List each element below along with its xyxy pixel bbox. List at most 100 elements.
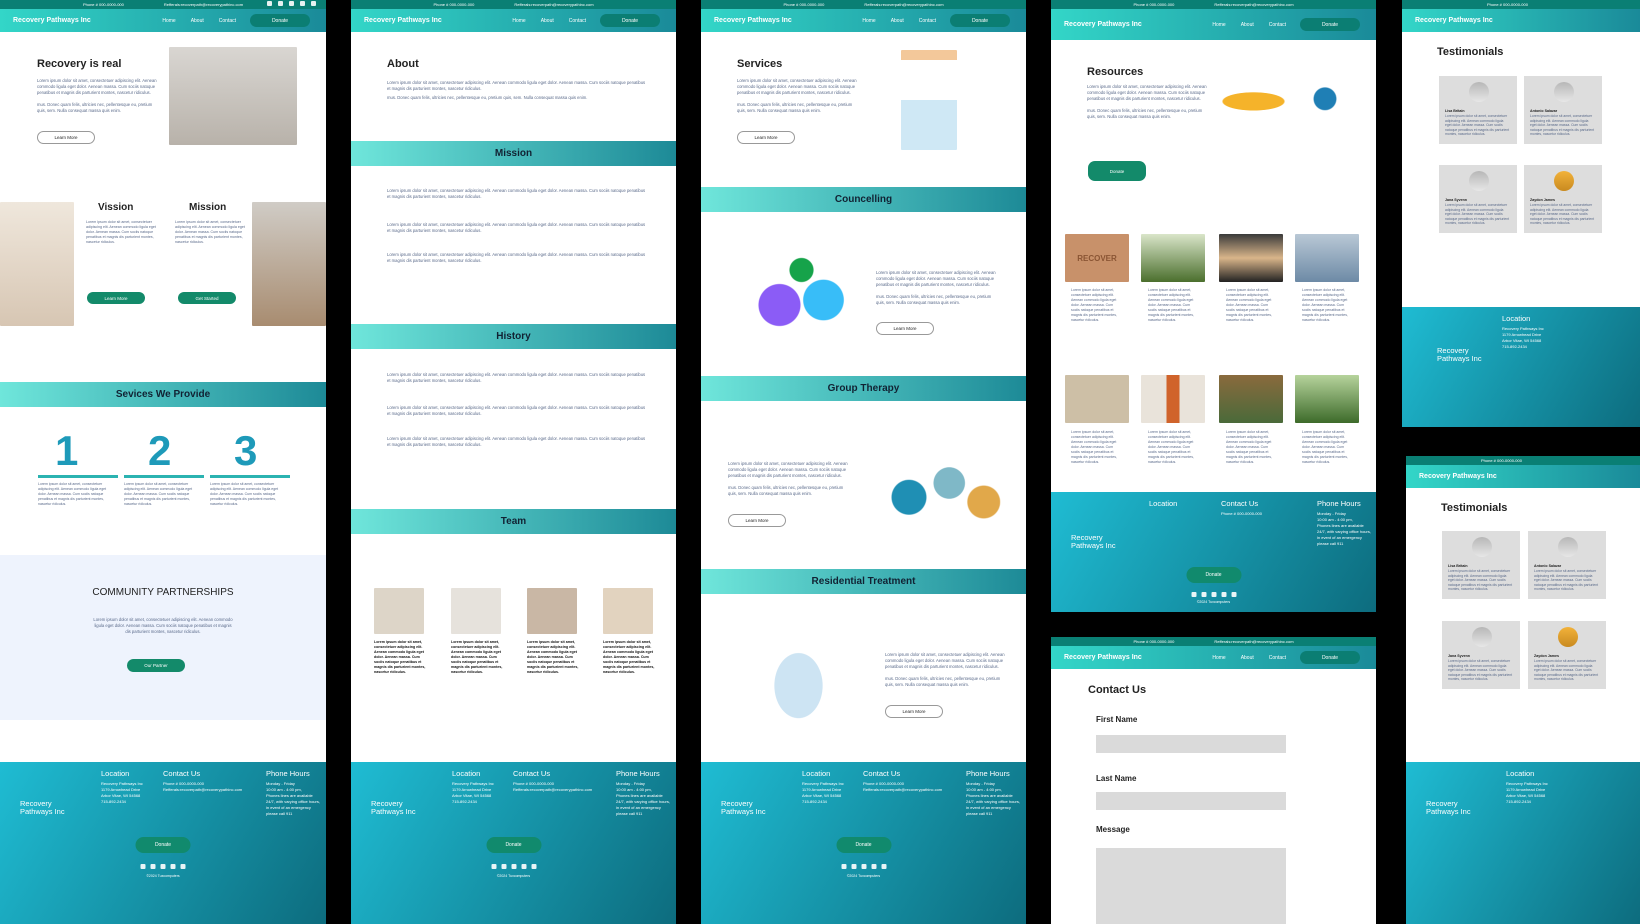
our-partner-button[interactable]: Our Partner [127, 659, 185, 672]
brand-link[interactable]: Recovery Pathways Inc [1415, 17, 1493, 24]
councelling-band: Councelling [701, 187, 1026, 212]
group-therapy-illustration [886, 445, 1001, 540]
brand-link[interactable]: Recovery Pathways Inc [714, 17, 792, 24]
service-underline-3 [210, 475, 290, 478]
footer-hours-heading: Phone Hours [966, 769, 1010, 778]
brand-link[interactable]: Recovery Pathways Inc [13, 17, 91, 24]
linkedin-icon[interactable] [1201, 592, 1206, 597]
youtube-icon[interactable] [521, 864, 526, 869]
top-info-bar: Phone # 000-0000-000 Refferals:recoverpat… [701, 0, 1026, 9]
instagram-icon[interactable] [1231, 592, 1236, 597]
facebook-icon[interactable] [140, 864, 146, 869]
nav-about[interactable]: About [1241, 655, 1254, 661]
residential-learn-button[interactable]: Learn More [885, 705, 943, 718]
phone-text: Phone # 000-0000-000 [1481, 458, 1522, 463]
instagram-icon[interactable] [531, 864, 536, 869]
last-name-input[interactable] [1096, 792, 1286, 810]
brand-link[interactable]: Recovery Pathways Inc [1419, 473, 1497, 480]
nav-about[interactable]: About [891, 18, 904, 24]
nav-home[interactable]: Home [1212, 22, 1225, 28]
twitter-icon[interactable] [160, 864, 166, 869]
vission-learn-button[interactable]: Learn More [87, 292, 145, 304]
nav-contact[interactable]: Contact [219, 18, 236, 24]
linkedin-icon[interactable] [150, 864, 156, 869]
youtube-icon[interactable] [871, 864, 876, 869]
navbar: Recovery Pathways Inc Home About Contact Don… [1051, 646, 1376, 669]
testimonial-card: Antonio Salazar Lorem ipsum dolor sit ame… [1528, 531, 1606, 599]
footer-email-link[interactable]: Refferals:recoverpath@recoverypathinc.co… [513, 787, 592, 792]
footer-address-1: Recovery Pathways Inc [802, 781, 844, 786]
facebook-icon[interactable] [491, 864, 496, 869]
footer-email-link[interactable]: Refferals:recoverpath@recoverypathinc.co… [163, 787, 242, 792]
testimonial-card: Lisa Britain Lorem ipsum dolor sit amet, … [1442, 531, 1520, 599]
first-name-input[interactable] [1096, 735, 1286, 753]
group-therapy-learn-button[interactable]: Learn More [728, 514, 786, 527]
youtube-icon[interactable] [170, 864, 176, 869]
nav-about[interactable]: About [1241, 22, 1254, 28]
footer-donate-button[interactable]: Donate [486, 837, 541, 853]
learn-more-button[interactable]: Learn More [37, 131, 95, 144]
family-photo [169, 47, 297, 145]
resource-text-3: Lorem ipsum dolor sit amet, consectetuer… [1226, 288, 1272, 322]
footer-phone: 715-892-2434 [452, 799, 477, 804]
residential-illustration [761, 635, 836, 727]
instagram-icon[interactable] [311, 1, 316, 6]
nav-contact[interactable]: Contact [569, 18, 586, 24]
footer-hours-note: Phones lines are available 24/7, with va… [1317, 523, 1371, 546]
phone-text: Phone # 000-0000-000 [1487, 2, 1528, 7]
email-text: Refferals:recoverpath@recoverypathinc.co… [1214, 2, 1294, 7]
nav-about[interactable]: About [541, 18, 554, 24]
twitter-icon[interactable] [861, 864, 866, 869]
councelling-learn-button[interactable]: Learn More [876, 322, 934, 335]
resources-title: Resources [1087, 66, 1144, 78]
twitter-icon[interactable] [289, 1, 294, 6]
donate-button[interactable]: Donate [1300, 651, 1360, 664]
brand-link[interactable]: Recovery Pathways Inc [1064, 654, 1142, 661]
footer-address-2: 1179 Arrowhead Drive [452, 787, 492, 792]
footer-donate-button[interactable]: Donate [836, 837, 891, 853]
testimonial-text: Lorem ipsum dolor sit amet, consectetuer… [1534, 659, 1599, 681]
nav-home[interactable]: Home [1212, 655, 1225, 661]
facebook-icon[interactable] [1191, 592, 1196, 597]
copyright: ©2024 Tuxcomputers [1196, 600, 1231, 604]
facebook-icon[interactable] [841, 864, 846, 869]
donate-button[interactable]: Donate [1300, 18, 1360, 31]
resource-photo-5 [1065, 375, 1129, 423]
linkedin-icon[interactable] [851, 864, 856, 869]
resource-photo-2 [1141, 234, 1205, 282]
youtube-icon[interactable] [1221, 592, 1226, 597]
footer-address-2: 1179 Arrowhead Drive [802, 787, 842, 792]
hero-text-2: mus. Donec quam felis, ultricies nec, pe… [37, 102, 153, 113]
nav-home[interactable]: Home [862, 18, 875, 24]
message-input[interactable] [1096, 848, 1286, 924]
donate-button[interactable]: Donate [600, 14, 660, 27]
instagram-icon[interactable] [180, 864, 186, 869]
brand-link[interactable]: Recovery Pathways Inc [1064, 21, 1142, 28]
top-info-bar: Phone # 000-0000-000 Refferals:recoverpat… [1051, 0, 1376, 9]
donate-button[interactable]: Donate [250, 14, 310, 27]
services-learn-button[interactable]: Learn More [737, 131, 795, 144]
instagram-icon[interactable] [881, 864, 886, 869]
nav-home[interactable]: Home [162, 18, 175, 24]
youtube-icon[interactable] [300, 1, 305, 6]
team-photo-1 [374, 588, 424, 634]
footer-email-link[interactable]: Refferals:recoverpath@recoverypathinc.co… [863, 787, 942, 792]
twitter-icon[interactable] [1211, 592, 1216, 597]
nav-contact[interactable]: Contact [1269, 22, 1286, 28]
facebook-icon[interactable] [267, 1, 272, 6]
linkedin-icon[interactable] [278, 1, 283, 6]
get-started-button[interactable]: Get Started [178, 292, 236, 304]
testimonial-name: Antonio Salazar [1534, 564, 1562, 568]
nav-about[interactable]: About [191, 18, 204, 24]
resources-donate-button[interactable]: Donate [1088, 161, 1146, 181]
linkedin-icon[interactable] [501, 864, 506, 869]
nav-contact[interactable]: Contact [1269, 655, 1286, 661]
twitter-icon[interactable] [511, 864, 516, 869]
footer-donate-button[interactable]: Donate [135, 837, 191, 853]
donate-button[interactable]: Donate [950, 14, 1010, 27]
nav-contact[interactable]: Contact [919, 18, 936, 24]
footer-location-heading: Location [1502, 314, 1531, 323]
brand-link[interactable]: Recovery Pathways Inc [364, 17, 442, 24]
nav-home[interactable]: Home [512, 18, 525, 24]
footer-donate-button[interactable]: Donate [1186, 567, 1241, 583]
